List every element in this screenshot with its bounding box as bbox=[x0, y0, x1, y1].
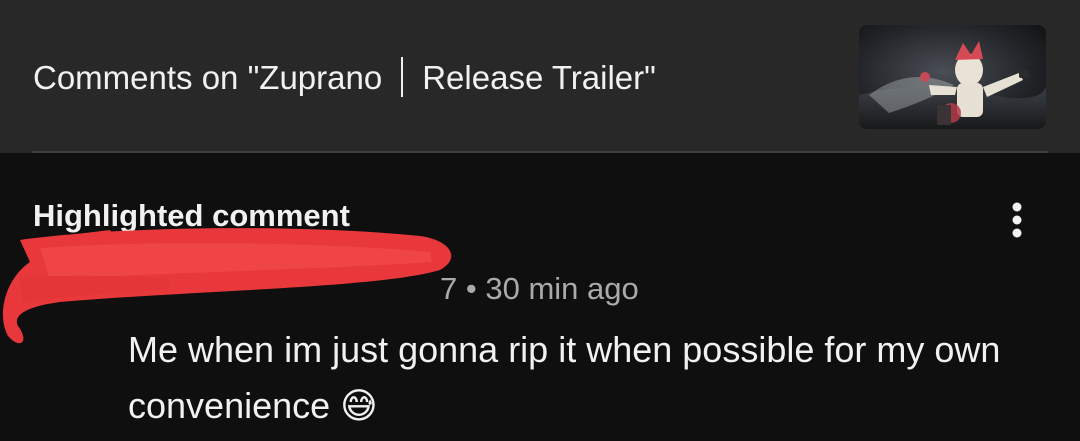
comment-timestamp[interactable]: 30 min ago bbox=[485, 271, 638, 306]
comments-title-suffix: Release Trailer" bbox=[422, 59, 656, 96]
redaction-scribble bbox=[2, 228, 452, 344]
header-divider bbox=[32, 151, 1048, 153]
title-divider bbox=[401, 57, 404, 97]
comments-header: Comments on "Zuprano Release Trailer" bbox=[0, 0, 1080, 153]
comments-panel: Comments on "Zuprano Release Trailer" Hi… bbox=[0, 0, 1080, 441]
more-vertical-icon bbox=[1012, 202, 1022, 238]
video-thumbnail[interactable] bbox=[859, 25, 1046, 129]
comments-title-prefix: Comments on "Zuprano bbox=[33, 59, 383, 96]
video-thumbnail-image bbox=[859, 25, 1046, 129]
comments-title: Comments on "Zuprano Release Trailer" bbox=[33, 56, 656, 100]
comment-menu-button[interactable] bbox=[1000, 198, 1034, 242]
